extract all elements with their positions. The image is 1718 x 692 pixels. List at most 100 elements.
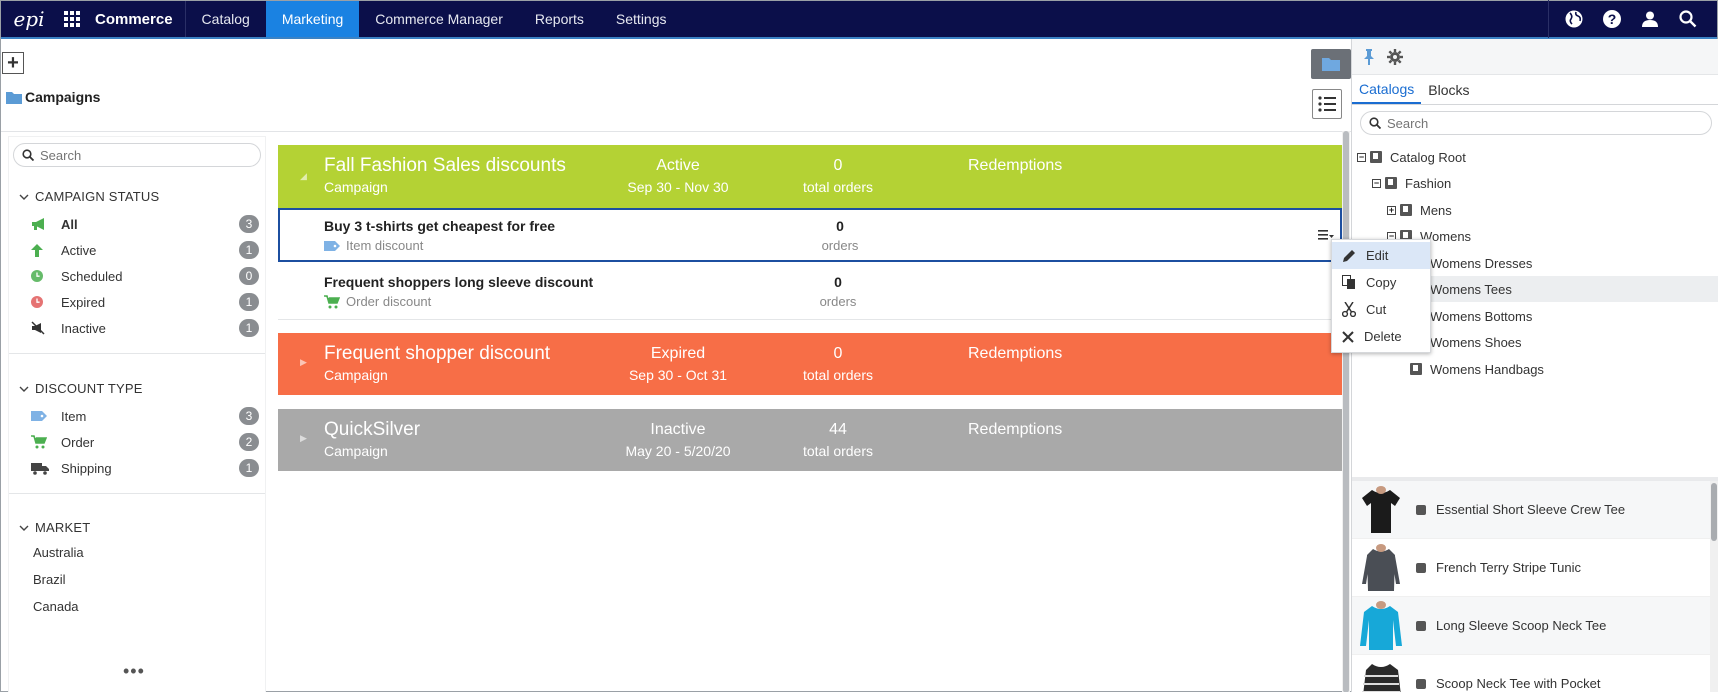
catalog-search-input[interactable]	[1387, 115, 1687, 131]
count-badge: 3	[239, 215, 259, 233]
tag-icon	[324, 240, 340, 251]
chevron-down-icon	[19, 520, 29, 535]
filter-search-input[interactable]	[40, 147, 240, 163]
nav-tab-catalog[interactable]: Catalog	[186, 1, 266, 37]
search-icon	[22, 149, 34, 161]
discount-row[interactable]: Buy 3 t-shirts get cheapest for free Ite…	[278, 208, 1342, 262]
collapse-arrow-icon[interactable]: ▶	[300, 433, 307, 444]
product-list-scrollbar[interactable]	[1710, 481, 1718, 692]
product-item[interactable]: Long Sleeve Scoop Neck Tee	[1352, 597, 1718, 655]
category-icon	[1400, 204, 1412, 216]
tree-node-mens[interactable]: + Mens	[1352, 197, 1718, 223]
type-filter-shipping[interactable]: Shipping 1	[31, 457, 267, 479]
help-icon[interactable]: ?	[1593, 0, 1631, 38]
tree-node-womens-handbags[interactable]: Womens Handbags	[1352, 356, 1718, 382]
folder-icon	[1322, 58, 1340, 71]
collapse-arrow-icon[interactable]: ▶	[300, 357, 307, 368]
campaign-status-header[interactable]: CAMPAIGN STATUS	[19, 189, 159, 204]
expand-toggle-icon[interactable]: +	[1387, 205, 1396, 215]
menu-item-edit[interactable]: Edit	[1332, 242, 1430, 269]
list-icon	[1318, 96, 1336, 112]
market-filter-brazil[interactable]: Brazil	[33, 572, 66, 587]
search-icon	[1369, 117, 1381, 129]
status-filter-expired[interactable]: Expired 1	[31, 291, 267, 313]
type-filter-order[interactable]: Order 2	[31, 431, 267, 453]
count-badge: 0	[239, 267, 259, 285]
clock-icon	[31, 270, 55, 282]
folder-view-button[interactable]	[1311, 49, 1351, 79]
expand-arrow-icon[interactable]: ◢	[300, 171, 307, 182]
product-item[interactable]: French Terry Stripe Tunic	[1352, 539, 1718, 597]
product-thumbnail	[1358, 600, 1404, 652]
breadcrumb[interactable]: Campaigns	[6, 89, 100, 105]
status-filter-active[interactable]: Active 1	[31, 239, 267, 261]
nav-tab-commerce-manager[interactable]: Commerce Manager	[359, 1, 519, 37]
user-icon[interactable]	[1631, 0, 1669, 38]
epi-logo[interactable]: epi	[1, 1, 57, 37]
svg-text:?: ?	[1608, 11, 1617, 27]
search-icon[interactable]	[1669, 0, 1707, 38]
breadcrumb-label: Campaigns	[25, 89, 101, 105]
product-icon	[1416, 562, 1426, 573]
scrollbar-thumb[interactable]	[1711, 483, 1717, 541]
tree-node-catalog-root[interactable]: − Catalog Root	[1352, 144, 1718, 170]
cart-icon	[31, 435, 55, 449]
scrollbar-thumb[interactable]	[1343, 131, 1349, 692]
menu-item-delete[interactable]: Delete	[1332, 323, 1430, 350]
category-icon	[1410, 363, 1422, 375]
campaign-row[interactable]: ▶ Frequent shopper discount Campaign Exp…	[278, 333, 1342, 395]
discount-type-header[interactable]: DISCOUNT TYPE	[19, 381, 143, 396]
close-icon	[1342, 330, 1354, 343]
catalog-search-box[interactable]	[1360, 111, 1712, 135]
market-filter-canada[interactable]: Canada	[33, 599, 79, 614]
market-header[interactable]: MARKET	[19, 520, 90, 535]
campaign-list-scrollbar[interactable]	[1342, 131, 1350, 692]
top-navigation: epi Commerce Catalog Marketing Commerce …	[1, 0, 1717, 39]
app-switcher-button[interactable]	[57, 1, 87, 37]
catalog-icon	[1370, 151, 1382, 163]
product-icon	[1416, 504, 1426, 515]
discount-row[interactable]: Frequent shoppers long sleeve discount O…	[278, 264, 1342, 318]
collapse-toggle-icon[interactable]: −	[1372, 178, 1381, 188]
tab-catalogs[interactable]: Catalogs	[1352, 75, 1422, 104]
campaign-row[interactable]: ◢ Fall Fashion Sales discounts Campaign …	[278, 145, 1342, 208]
tab-blocks[interactable]: Blocks	[1421, 75, 1476, 104]
product-item[interactable]: Essential Short Sleeve Crew Tee	[1352, 481, 1718, 539]
more-markets-button[interactable]: •••	[123, 661, 145, 682]
product-brand[interactable]: Commerce	[87, 1, 186, 37]
campaign-row[interactable]: ▶ QuickSilver Campaign Inactive May 20 -…	[278, 409, 1342, 471]
count-badge: 2	[239, 433, 259, 451]
status-filter-inactive[interactable]: Inactive 1	[31, 317, 267, 339]
product-icon	[1416, 678, 1426, 689]
nav-tab-reports[interactable]: Reports	[519, 1, 600, 37]
status-filter-all[interactable]: All 3	[31, 213, 267, 235]
tree-node-fashion[interactable]: − Fashion	[1352, 170, 1718, 196]
grid-icon	[64, 11, 80, 27]
status-filter-scheduled[interactable]: Scheduled 0	[31, 265, 267, 287]
count-badge: 1	[239, 319, 259, 337]
product-icon	[1416, 620, 1426, 631]
settings-gear-icon[interactable]	[1384, 46, 1406, 68]
nav-tab-settings[interactable]: Settings	[600, 1, 683, 37]
muted-megaphone-icon	[31, 321, 55, 335]
create-button[interactable]: +	[2, 52, 24, 74]
filter-search-box[interactable]	[13, 143, 261, 167]
tag-icon	[31, 411, 55, 421]
product-item[interactable]: Scoop Neck Tee with Pocket	[1352, 655, 1718, 692]
menu-item-copy[interactable]: Copy	[1332, 269, 1430, 296]
catalog-panel: Catalogs Blocks − Catalog Root − Fashion…	[1351, 39, 1718, 692]
market-filter-australia[interactable]: Australia	[33, 545, 84, 560]
product-thumbnail	[1358, 484, 1404, 536]
cart-icon	[324, 294, 340, 308]
product-thumbnail	[1358, 658, 1404, 692]
nav-tab-marketing[interactable]: Marketing	[265, 1, 360, 37]
globe-icon[interactable]	[1555, 0, 1593, 38]
arrow-up-icon	[31, 243, 55, 257]
expired-clock-icon	[31, 296, 55, 308]
collapse-toggle-icon[interactable]: −	[1357, 152, 1366, 162]
list-view-button[interactable]	[1312, 89, 1342, 119]
plus-icon: +	[7, 52, 19, 74]
menu-item-cut[interactable]: Cut	[1332, 296, 1430, 323]
type-filter-item[interactable]: Item 3	[31, 405, 267, 427]
pin-icon[interactable]	[1358, 46, 1380, 68]
